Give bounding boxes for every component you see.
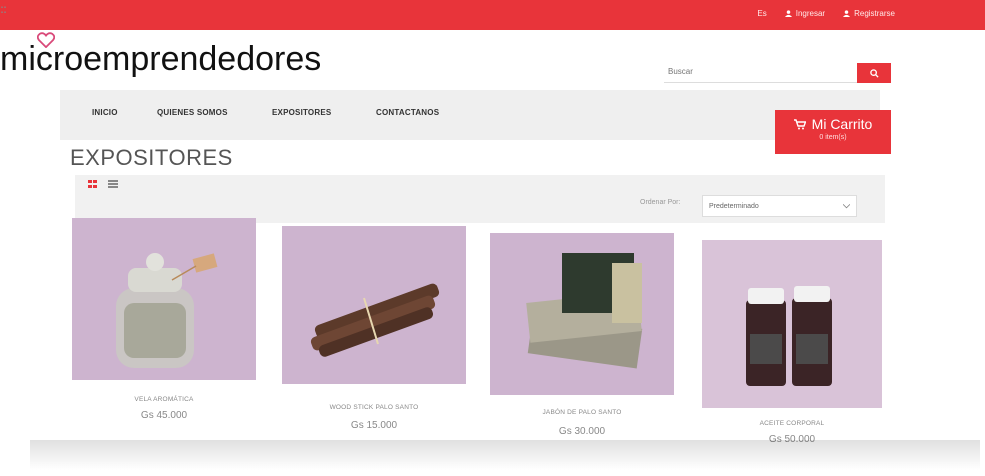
product-name[interactable]: ACEITE CORPORAL [702,420,882,427]
top-bar: Es Ingresar Registrarse [0,0,985,30]
page-shadow [30,440,980,470]
cart-label: Mi Carrito [811,116,873,132]
search-icon [869,68,879,78]
product-image[interactable] [490,233,674,395]
login-link[interactable]: Ingresar [784,9,826,18]
site-logo[interactable]: microemprendedores [0,40,321,79]
product-image[interactable] [72,218,256,380]
product-card[interactable]: WOOD STICK PALO SANTO Gs 15.000 [282,226,466,440]
product-image[interactable] [282,226,466,384]
product-name[interactable]: JABÓN DE PALO SANTO [490,409,674,416]
nav-item-inicio[interactable]: INICIO [92,108,118,117]
product-name[interactable]: VELA AROMÁTICA [72,396,256,403]
logo-dots: :: [0,2,7,16]
cart-icon [793,118,806,129]
language-link[interactable]: Es [757,9,766,18]
product-image[interactable] [702,240,882,408]
search-button[interactable] [857,63,891,83]
cart-count: 0 item(s) [819,134,847,141]
register-label: Registrarse [854,9,895,18]
product-name[interactable]: WOOD STICK PALO SANTO [282,404,466,411]
user-plus-icon [843,10,851,17]
cart-button[interactable]: Mi Carrito 0 item(s) [775,110,891,154]
nav-item-expositores[interactable]: EXPOSITORES [272,108,331,117]
top-links: Es Ingresar Registrarse [757,9,895,18]
product-card[interactable]: VELA AROMÁTICA Gs 45.000 [72,218,256,438]
user-icon [784,10,792,17]
product-card[interactable]: ACEITE CORPORAL Gs 50.000 [702,240,882,450]
product-price: Gs 45.000 [140,410,188,421]
grid-view-icon[interactable] [88,180,98,188]
product-price: Gs 15.000 [350,420,398,431]
page: Es Ingresar Registrarse :: microemprende… [0,0,985,476]
nav-item-contactanos[interactable]: CONTACTANOS [376,108,439,117]
page-title: EXPOSITORES [70,145,233,170]
cart-title: Mi Carrito [775,116,891,132]
product-price: Gs 30.000 [558,426,606,437]
product-card[interactable]: JABÓN DE PALO SANTO Gs 30.000 [490,233,674,443]
nav-item-quienes-somos[interactable]: QUIENES SOMOS [157,108,228,117]
main-nav: INICIO QUIENES SOMOS EXPOSITORES CONTACT… [60,90,880,140]
list-view-icon[interactable] [108,180,118,188]
register-link[interactable]: Registrarse [843,9,895,18]
chevron-down-icon [843,203,850,208]
login-label: Ingresar [795,9,826,18]
sort-label: Ordenar Por: [640,199,681,206]
sort-value: Predeterminado [709,202,759,210]
sort-select[interactable]: Predeterminado [702,195,857,217]
language-label: Es [757,9,767,18]
search-input[interactable] [664,60,862,83]
